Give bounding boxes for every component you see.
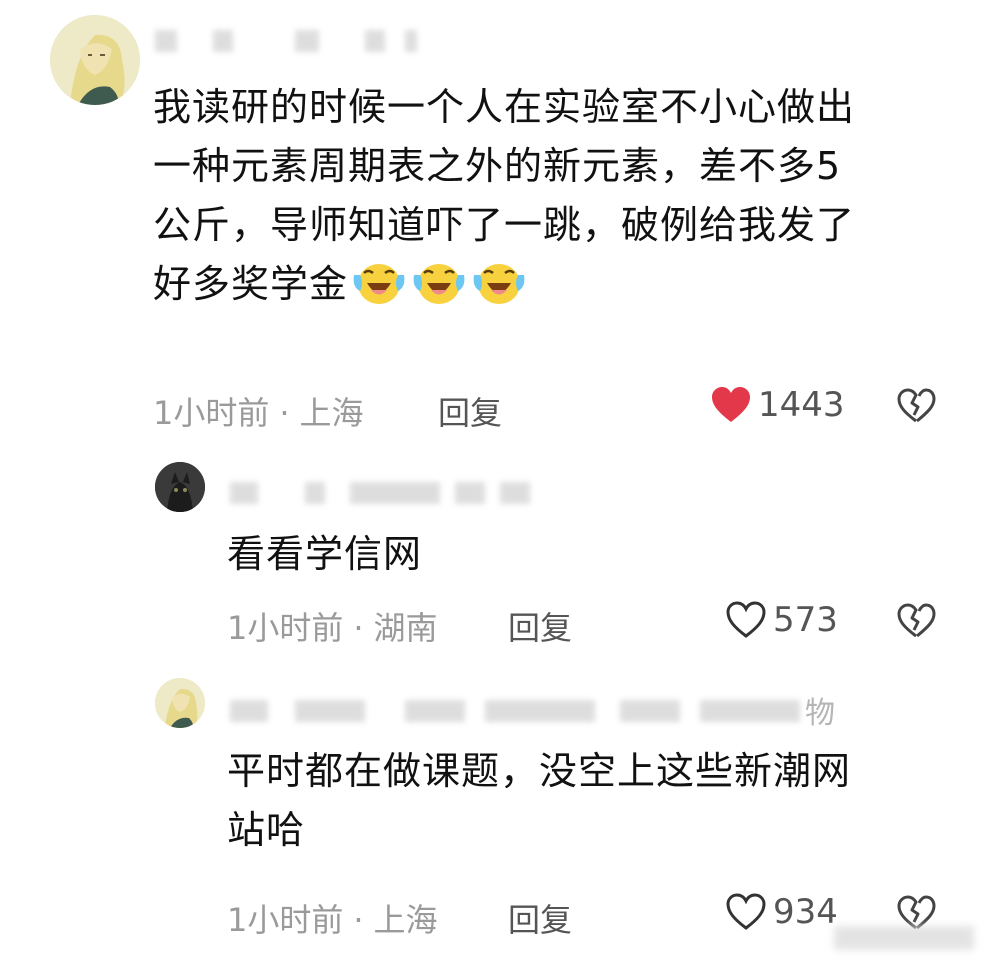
comment-line: 站哈 bbox=[227, 808, 306, 852]
like-count: 573 bbox=[773, 600, 838, 640]
comment-line: 公斤，导师知道吓了一跳，破例给我发了 bbox=[153, 203, 856, 247]
timestamp: 1小时前 bbox=[153, 394, 270, 432]
location: 上海 bbox=[299, 394, 364, 432]
comment-1: 我读研的时候一个人在实验室不小心做出 一种元素周期表之外的新元素，差不多5 公斤… bbox=[0, 0, 984, 440]
laugh-cry-emoji-icon bbox=[353, 264, 405, 304]
reply-button[interactable]: 回复 bbox=[508, 603, 572, 649]
comment-meta: 1小时前 · 上海 bbox=[153, 388, 364, 434]
meta-separator: · bbox=[279, 394, 290, 432]
dislike-button[interactable] bbox=[896, 603, 936, 643]
like-button[interactable]: 1443 bbox=[710, 385, 845, 425]
meta-separator: · bbox=[353, 609, 364, 647]
heart-icon bbox=[712, 387, 750, 422]
like-count: 1443 bbox=[758, 385, 845, 425]
broken-heart-icon bbox=[897, 388, 936, 423]
emoji-group bbox=[348, 262, 528, 306]
reply-button[interactable]: 回复 bbox=[438, 388, 502, 434]
meta-separator: · bbox=[353, 901, 364, 939]
laugh-cry-emoji-icon bbox=[413, 264, 465, 304]
timestamp: 1小时前 bbox=[227, 901, 344, 939]
comment-text: 我读研的时候一个人在实验室不小心做出 一种元素周期表之外的新元素，差不多5 公斤… bbox=[153, 78, 953, 314]
avatar[interactable] bbox=[155, 462, 205, 512]
comment-2: 看看学信网 1小时前 · 湖南 回复 573 bbox=[0, 440, 984, 670]
comment-line: 好多奖学金 bbox=[153, 262, 349, 306]
username-fragment: 物 bbox=[805, 696, 835, 731]
heart-icon bbox=[726, 601, 766, 638]
location: 湖南 bbox=[373, 609, 438, 647]
comment-line: 看看学信网 bbox=[227, 532, 423, 576]
avatar[interactable] bbox=[155, 678, 205, 728]
watermark bbox=[834, 926, 974, 950]
dislike-button[interactable] bbox=[896, 388, 936, 428]
username[interactable] bbox=[230, 700, 810, 722]
comment-text: 看看学信网 bbox=[227, 525, 927, 584]
comment-line: 我读研的时候一个人在实验室不小心做出 bbox=[153, 85, 856, 129]
like-button[interactable]: 573 bbox=[725, 600, 838, 640]
heart-icon bbox=[726, 893, 766, 930]
comment-line: 平时都在做课题，没空上这些新潮网 bbox=[227, 749, 852, 793]
avatar[interactable] bbox=[50, 15, 140, 105]
location: 上海 bbox=[373, 901, 438, 939]
timestamp: 1小时前 bbox=[227, 609, 344, 647]
like-count: 934 bbox=[773, 892, 838, 932]
comment-3: 物 平时都在做课题，没空上这些新潮网 站哈 1小时前 · 上海 回复 934 bbox=[0, 670, 984, 960]
username[interactable] bbox=[155, 30, 435, 52]
laugh-cry-emoji-icon bbox=[473, 264, 525, 304]
comment-text: 平时都在做课题，没空上这些新潮网 站哈 bbox=[227, 742, 947, 860]
username[interactable] bbox=[230, 482, 540, 504]
reply-button[interactable]: 回复 bbox=[508, 895, 572, 941]
comment-line: 一种元素周期表之外的新元素，差不多5 bbox=[153, 144, 842, 188]
broken-heart-icon bbox=[897, 603, 936, 638]
comment-meta: 1小时前 · 湖南 bbox=[227, 603, 438, 649]
comment-meta: 1小时前 · 上海 bbox=[227, 895, 438, 941]
like-button[interactable]: 934 bbox=[725, 892, 838, 932]
